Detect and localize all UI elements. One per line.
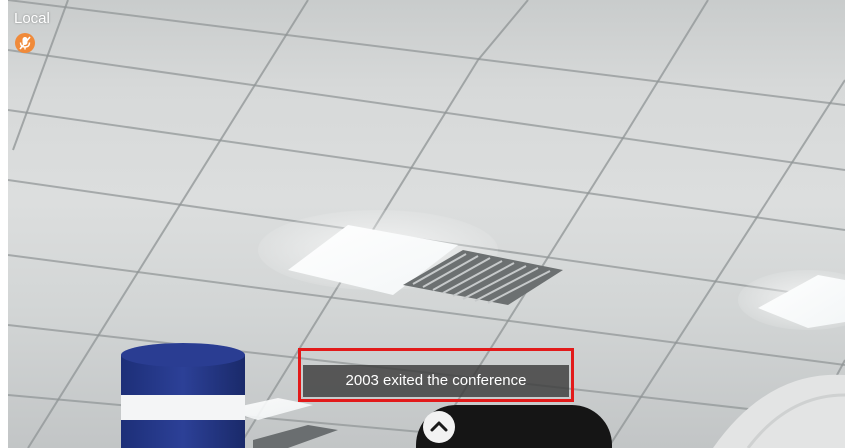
chevron-up-icon[interactable] bbox=[423, 411, 455, 443]
notification-message: 2003 exited the conference bbox=[345, 372, 527, 389]
mic-off-icon[interactable] bbox=[15, 33, 35, 53]
left-margin bbox=[0, 0, 8, 448]
controls-expand-button[interactable] bbox=[416, 405, 612, 448]
conference-screen: Local 2003 exited the conference bbox=[0, 0, 853, 448]
local-video-label: Local bbox=[14, 10, 50, 27]
right-margin bbox=[845, 0, 853, 448]
notification-toast: 2003 exited the conference bbox=[298, 348, 574, 402]
